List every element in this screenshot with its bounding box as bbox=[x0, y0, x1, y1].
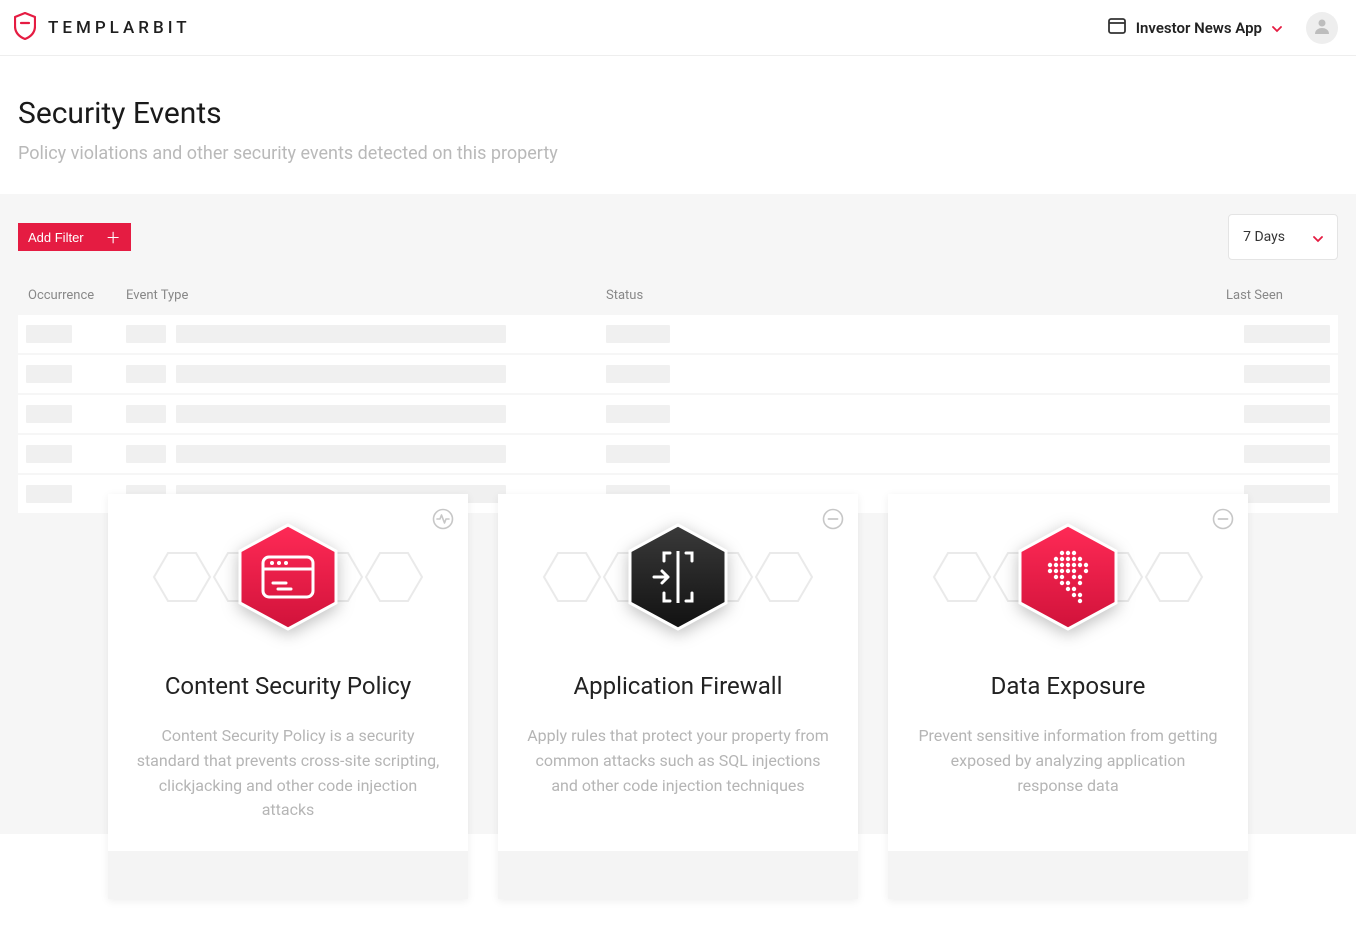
page-header: Security Events Policy violations and ot… bbox=[0, 56, 1356, 194]
brand-logo-icon bbox=[14, 12, 36, 44]
status-skeleton bbox=[606, 365, 670, 383]
app-switcher-label: Investor News App bbox=[1136, 19, 1262, 37]
table-row[interactable] bbox=[18, 355, 1338, 395]
table-row[interactable] bbox=[18, 315, 1338, 355]
window-icon bbox=[1108, 18, 1126, 38]
col-last-seen[interactable]: Last Seen bbox=[1218, 280, 1338, 315]
chevron-down-icon bbox=[1313, 228, 1323, 247]
status-skeleton bbox=[606, 405, 670, 423]
card-description: Prevent sensitive information from getti… bbox=[916, 724, 1220, 798]
card-footer bbox=[108, 851, 468, 899]
event-type-skeleton bbox=[126, 365, 590, 383]
hex-icon bbox=[1008, 517, 1128, 641]
occurrence-skeleton bbox=[26, 365, 72, 383]
add-filter-label: Add Filter bbox=[28, 230, 84, 245]
occurrence-skeleton bbox=[26, 325, 72, 343]
card-body: Content Security Policy Content Security… bbox=[108, 664, 468, 851]
occurrence-skeleton bbox=[26, 405, 72, 423]
feature-card[interactable]: Data Exposure Prevent sensitive informat… bbox=[888, 494, 1248, 899]
card-description: Content Security Policy is a security st… bbox=[136, 724, 440, 823]
table-row[interactable] bbox=[18, 395, 1338, 435]
brand-name: TEMPLARBIT bbox=[48, 18, 191, 38]
table-row[interactable] bbox=[18, 435, 1338, 475]
time-range-select[interactable]: 7 Days bbox=[1228, 214, 1338, 260]
card-footer bbox=[498, 851, 858, 899]
event-type-skeleton bbox=[126, 405, 590, 423]
plus-icon: ＋ bbox=[106, 227, 121, 248]
content-area: Add Filter ＋ 7 Days Occurrence Event Typ… bbox=[0, 194, 1356, 834]
time-range-label: 7 Days bbox=[1243, 229, 1285, 245]
status-skeleton bbox=[606, 325, 670, 343]
hex-icon bbox=[618, 517, 738, 641]
page-title: Security Events bbox=[18, 96, 1338, 131]
event-type-skeleton bbox=[126, 445, 590, 463]
occurrence-skeleton bbox=[26, 445, 72, 463]
app-switcher[interactable]: Investor News App bbox=[1108, 18, 1282, 38]
last-seen-skeleton bbox=[1244, 365, 1330, 383]
card-hero bbox=[108, 494, 468, 664]
topbar-right: Investor News App bbox=[1108, 12, 1338, 44]
last-seen-skeleton bbox=[1244, 445, 1330, 463]
card-title: Data Exposure bbox=[916, 672, 1220, 700]
events-table: Occurrence Event Type Status Last Seen bbox=[18, 280, 1338, 515]
card-title: Content Security Policy bbox=[136, 672, 440, 700]
card-body: Data Exposure Prevent sensitive informat… bbox=[888, 664, 1248, 851]
add-filter-button[interactable]: Add Filter ＋ bbox=[18, 223, 131, 251]
hex-icon bbox=[228, 517, 348, 641]
card-hero bbox=[498, 494, 858, 664]
card-title: Application Firewall bbox=[526, 672, 830, 700]
last-seen-skeleton bbox=[1244, 325, 1330, 343]
topbar: TEMPLARBIT Investor News App bbox=[0, 0, 1356, 56]
last-seen-skeleton bbox=[1244, 405, 1330, 423]
card-description: Apply rules that protect your property f… bbox=[526, 724, 830, 798]
col-event-type[interactable]: Event Type bbox=[118, 280, 598, 315]
brand[interactable]: TEMPLARBIT bbox=[14, 12, 191, 44]
feature-cards: Content Security Policy Content Security… bbox=[0, 494, 1356, 899]
card-body: Application Firewall Apply rules that pr… bbox=[498, 664, 858, 851]
page-subtitle: Policy violations and other security eve… bbox=[18, 143, 1338, 164]
card-hero bbox=[888, 494, 1248, 664]
card-footer bbox=[888, 851, 1248, 899]
event-type-skeleton bbox=[126, 325, 590, 343]
feature-card[interactable]: Content Security Policy Content Security… bbox=[108, 494, 468, 899]
feature-card[interactable]: Application Firewall Apply rules that pr… bbox=[498, 494, 858, 899]
table-controls: Add Filter ＋ 7 Days bbox=[18, 214, 1338, 260]
status-skeleton bbox=[606, 445, 670, 463]
chevron-down-icon bbox=[1272, 18, 1282, 37]
col-occurrence[interactable]: Occurrence bbox=[18, 280, 118, 315]
col-status[interactable]: Status bbox=[598, 280, 1218, 315]
avatar[interactable] bbox=[1306, 12, 1338, 44]
user-icon bbox=[1313, 17, 1331, 39]
